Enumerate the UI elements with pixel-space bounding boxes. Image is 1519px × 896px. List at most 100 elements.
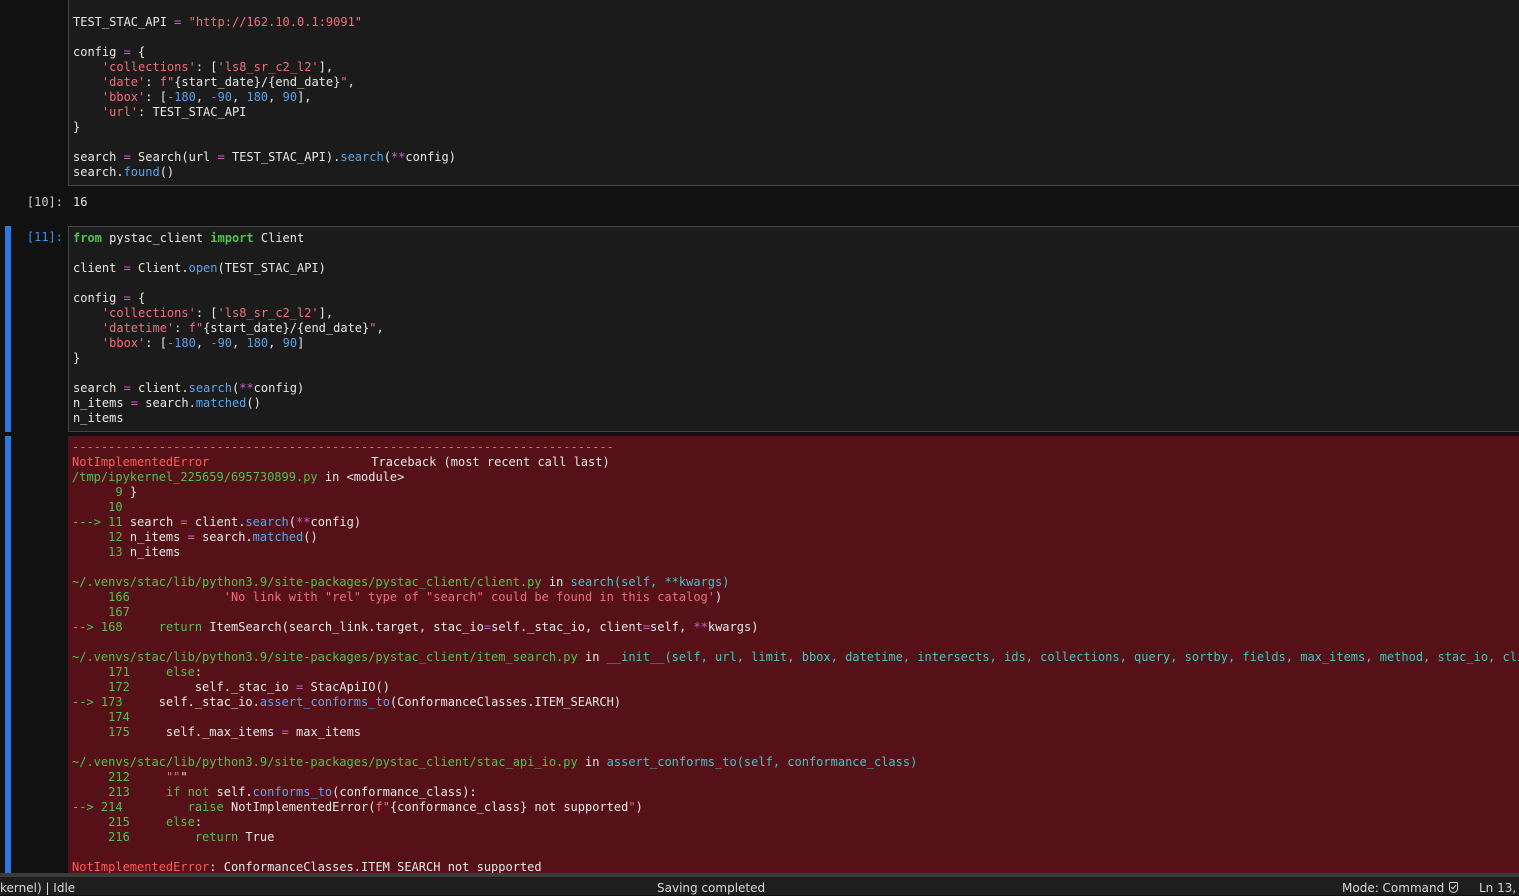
traceback-line-number: 172 [72, 680, 130, 694]
save-status: Saving completed [657, 881, 766, 895]
code-line: n_items [73, 411, 124, 425]
traceback-code: return True [194, 830, 275, 844]
code-line: 'collections': ['ls8_sr_c2_l2'], [101, 306, 334, 320]
cell-11-code: from pystac_client import Client client =… [73, 231, 1519, 426]
traceback-code: return ItemSearch(search_link.target, st… [158, 620, 759, 634]
code-line: 'collections': ['ls8_sr_c2_l2'], [101, 60, 334, 74]
traceback-code: self._max_items = max_items [137, 725, 362, 739]
code-line: config = { [73, 45, 146, 59]
traceback-location: search(self, **kwargs) [570, 575, 730, 589]
traceback-line: 167 [72, 605, 1519, 620]
cell-10-input-editor[interactable]: TEST_STAC_API = "http://162.10.0.1:9091"… [68, 0, 1519, 186]
traceback-arrow: ---> [72, 515, 101, 529]
code-line: TEST_STAC_API = "http://162.10.0.1:9091" [73, 15, 363, 29]
active-output-indicator[interactable] [5, 436, 11, 873]
traceback-code: if not self.conforms_to(conformance_clas… [165, 785, 477, 799]
traceback-line: 166 'No link with "rel" type of "search"… [72, 590, 1519, 605]
code-line: } [73, 351, 81, 365]
traceback-code: n_items [129, 545, 181, 559]
traceback-file-link[interactable]: /tmp/ipykernel_225659/695730899.py [72, 470, 318, 484]
traceback-location: assert_conforms_to(self, conformance_cla… [606, 755, 918, 769]
final-error-message: : ConformanceClasses.ITEM_SEARCH not sup… [209, 860, 542, 873]
traceback-line: 212 """ [72, 770, 1519, 785]
traceback-arrow: --> [72, 695, 94, 709]
code-line: 'bbox': [-180, -90, 180, 90], [101, 90, 312, 104]
traceback-line-number: 215 [72, 815, 130, 829]
traceback-line: ---> 11 search = client.search(**config) [72, 515, 1519, 530]
cell-10-output-text: 16 [73, 195, 88, 209]
cell-10-output-prompt: [10]: [26, 195, 63, 209]
code-line: 'date': f"{start_date}/{end_date}", [101, 75, 355, 89]
traceback-in-word: in [548, 575, 564, 589]
active-cell-indicator[interactable] [5, 226, 11, 432]
traceback-code: raise NotImplementedError(f"{conformance… [187, 800, 643, 814]
traceback-code: 'No link with "rel" type of "search" cou… [223, 590, 723, 604]
traceback-line-number: 11 [100, 515, 123, 529]
cell-11-input-prompt: [11]: [26, 230, 63, 244]
traceback-line-number: 9 [72, 485, 123, 499]
traceback-line: 174 [72, 710, 1519, 725]
traceback-file-link[interactable]: ~/.venvs/stac/lib/python3.9/site-package… [72, 575, 542, 589]
traceback-line-number: 12 [72, 530, 123, 544]
code-line: search.found() [73, 165, 175, 179]
code-cell-11[interactable]: [11]: from pystac_client import Client cl… [0, 226, 1519, 432]
traceback-file-link[interactable]: ~/.venvs/stac/lib/python3.9/site-package… [72, 650, 578, 664]
code-line: } [73, 120, 81, 134]
traceback-in-word: in [584, 755, 600, 769]
traceback-code: self._stac_io.assert_conforms_to(Conform… [129, 695, 622, 709]
traceback-line: --> 173 self._stac_io.assert_conforms_to… [72, 695, 1519, 710]
traceback-header: NotImplementedError Traceback (most recen… [72, 455, 1519, 470]
notebook-panel[interactable]: TEST_STAC_API = "http://162.10.0.1:9091"… [0, 0, 1519, 873]
traceback-line-number: 175 [72, 725, 130, 739]
code-line: from pystac_client import Client [73, 231, 305, 245]
traceback-line: 9 } [72, 485, 1519, 500]
traceback-code: n_items = search.matched() [129, 530, 318, 544]
error-traceback: ----------------------------------------… [68, 436, 1519, 873]
mode-indicator[interactable]: Mode: Command [1342, 881, 1444, 895]
traceback-line-number: 173 [93, 695, 123, 709]
traceback-line-number: 216 [72, 830, 130, 844]
cursor-position[interactable]: Ln 13, C [1479, 881, 1519, 895]
code-cell-10[interactable]: TEST_STAC_API = "http://162.10.0.1:9091"… [0, 0, 1519, 186]
traceback-code: self._stac_io = StacApiIO() [137, 680, 390, 694]
traceback-line: 12 n_items = search.matched() [72, 530, 1519, 545]
code-line: search = client.search(**config) [73, 381, 305, 395]
code-line: 'bbox': [-180, -90, 180, 90] [101, 336, 305, 350]
traceback-header-right: Traceback (most recent call last) [371, 455, 610, 469]
traceback-line: 13 n_items [72, 545, 1519, 560]
traceback-line-number: 168 [93, 620, 123, 634]
traceback-line: --> 168 return ItemSearch(search_link.ta… [72, 620, 1519, 635]
traceback-line-number: 166 [72, 590, 130, 604]
traceback-location: <module> [346, 470, 405, 484]
traceback-line: 215 else: [72, 815, 1519, 830]
final-error: NotImplementedError: ConformanceClasses.… [72, 860, 1519, 873]
cell-11-output: ----------------------------------------… [0, 436, 1519, 873]
traceback-separator: ----------------------------------------… [72, 440, 614, 454]
traceback-line-number: 167 [72, 605, 130, 619]
traceback-line-number: 214 [93, 800, 123, 814]
traceback-frame-header: /tmp/ipykernel_225659/695730899.py in <m… [72, 470, 1519, 485]
traceback-code: search = client.search(**config) [129, 515, 362, 529]
traceback-file-link[interactable]: ~/.venvs/stac/lib/python3.9/site-package… [72, 755, 578, 769]
traceback-line-number: 213 [72, 785, 130, 799]
traceback-code: } [129, 485, 138, 499]
traceback-line-number: 13 [72, 545, 123, 559]
kernel-status[interactable]: kernel) | Idle [0, 881, 75, 895]
traceback-arrow: --> [72, 620, 94, 634]
error-name: NotImplementedError [72, 455, 210, 469]
code-line: search = Search(url = TEST_STAC_API).sea… [73, 150, 456, 164]
traceback-code: """ [165, 770, 188, 784]
cell-11-input-editor[interactable]: from pystac_client import Client client =… [68, 226, 1519, 432]
shield-check-icon[interactable] [1449, 882, 1458, 896]
code-line: client = Client.open(TEST_STAC_API) [73, 261, 326, 275]
code-line: 'url': TEST_STAC_API [101, 105, 247, 119]
traceback-frame-header: ~/.venvs/stac/lib/python3.9/site-package… [72, 755, 1519, 770]
traceback-code: else: [165, 815, 203, 829]
traceback-line: 175 self._max_items = max_items [72, 725, 1519, 740]
traceback-line-number: 171 [72, 665, 130, 679]
